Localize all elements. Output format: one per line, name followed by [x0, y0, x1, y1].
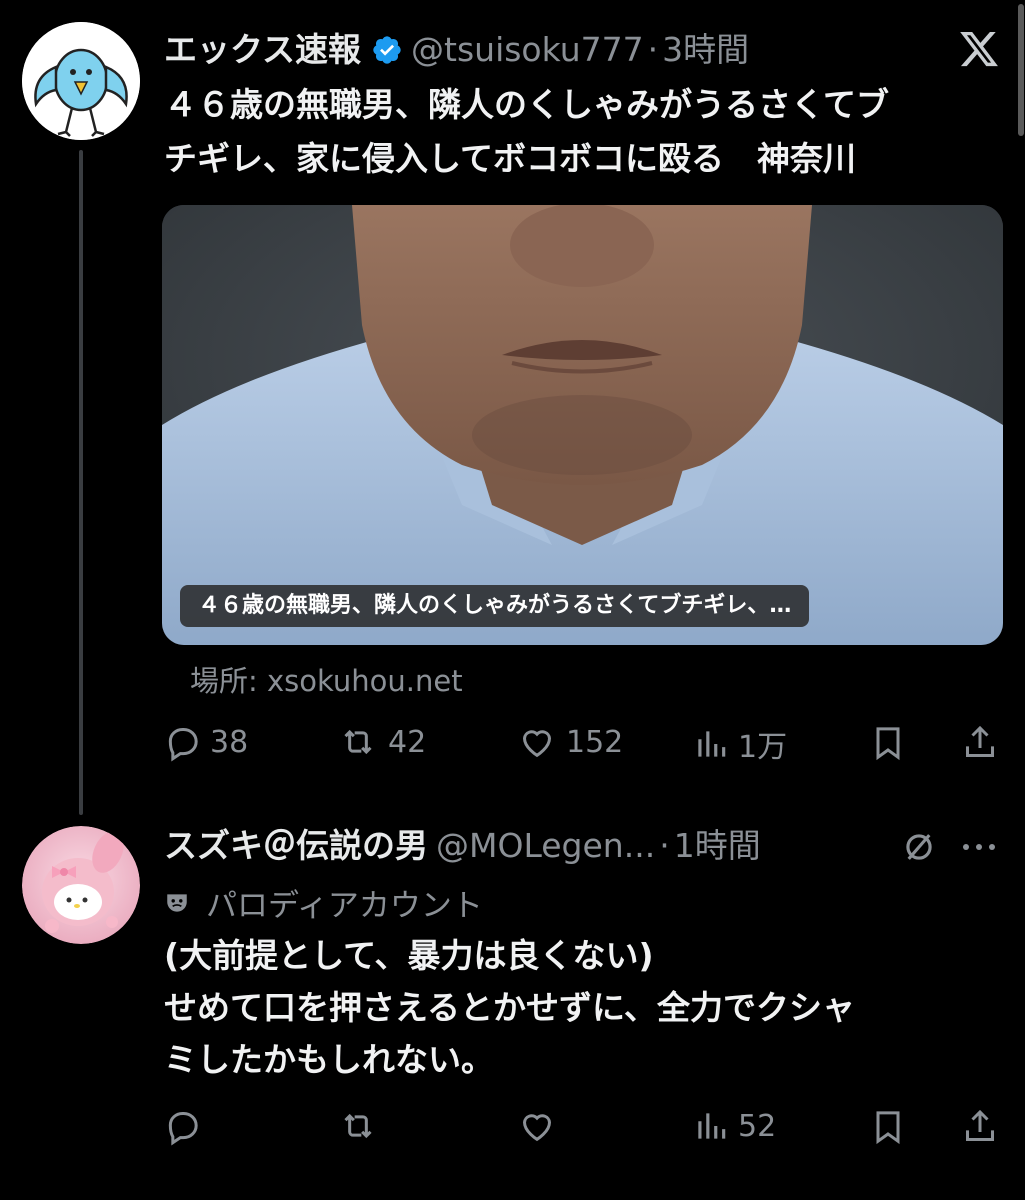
bookmark-icon — [876, 727, 900, 761]
repost-icon — [344, 729, 372, 755]
source-link[interactable]: 場所: xsokuhou.net — [190, 658, 463, 700]
author-handle[interactable]: @MOLegen... — [436, 826, 655, 866]
bookmark-button[interactable] — [868, 1106, 908, 1148]
views-button[interactable]: 52 — [692, 1106, 776, 1146]
repost-icon — [344, 1113, 372, 1139]
repost-count: 42 — [388, 724, 427, 760]
separator-dot: · — [659, 826, 670, 865]
reply-button[interactable] — [162, 1106, 202, 1146]
reply-icon — [168, 728, 198, 762]
repost-button[interactable]: 42 — [336, 722, 426, 762]
timestamp[interactable]: 3時間 — [662, 30, 749, 70]
repost-button[interactable] — [336, 1106, 380, 1146]
like-count: 152 — [566, 724, 624, 760]
reply-text-line-1: (大前提として、暴力は良くない) — [164, 936, 654, 975]
views-count: 52 — [738, 1108, 777, 1144]
views-button[interactable]: 1万 — [692, 722, 787, 766]
share-button[interactable] — [960, 1106, 1000, 1148]
share-icon — [966, 1109, 994, 1141]
mute-icon[interactable] — [900, 828, 938, 866]
bookmark-button[interactable] — [868, 722, 908, 764]
like-icon — [522, 1114, 552, 1142]
x-logo-icon[interactable] — [958, 28, 1000, 70]
thread-line — [79, 150, 83, 815]
avatar[interactable] — [22, 22, 140, 140]
like-button[interactable]: 152 — [516, 722, 623, 762]
views-icon — [698, 731, 726, 757]
author-name[interactable]: スズキ＠伝説の男 — [164, 826, 428, 866]
more-icon[interactable] — [958, 832, 1000, 862]
avatar[interactable] — [22, 826, 140, 944]
share-button[interactable] — [960, 722, 1000, 764]
separator-dot: · — [647, 30, 659, 69]
card-caption: ４６歳の無職男、隣人のくしゃみがうるさくてブチギレ、… — [180, 585, 810, 627]
parody-mask-icon — [167, 893, 187, 912]
tweet-text-line-1: ４６歳の無職男、隣人のくしゃみがうるさくてブ — [164, 85, 890, 124]
author-name[interactable]: エックス速報 — [164, 30, 361, 70]
tweet-text-line-2: チギレ、家に侵入してボコボコに殴る 神奈川 — [164, 139, 857, 178]
timestamp[interactable]: 1時間 — [674, 826, 761, 866]
parody-label: パロディアカウント — [164, 880, 483, 925]
reply-header: スズキ＠伝説の男 @MOLegen... · 1時間 — [164, 826, 761, 866]
reply-count: 38 — [210, 724, 249, 760]
views-count: 1万 — [738, 730, 788, 765]
scrollbar[interactable] — [1017, 0, 1025, 140]
like-button[interactable] — [516, 1106, 558, 1146]
tweet-header: エックス速報 @tsuisoku777 · 3時間 — [164, 30, 749, 70]
reply-icon — [168, 1112, 198, 1146]
views-icon — [698, 1113, 726, 1139]
verified-badge-icon — [373, 36, 401, 64]
share-icon — [966, 725, 994, 757]
reply-button[interactable]: 38 — [162, 722, 248, 762]
author-handle[interactable]: @tsuisoku777 — [411, 30, 644, 70]
reply-text-line-3: ミしたかもしれない。 — [164, 1040, 494, 1079]
link-card-image[interactable]: ４６歳の無職男、隣人のくしゃみがうるさくてブチギレ、… — [162, 205, 1003, 645]
bookmark-icon — [876, 1111, 900, 1145]
like-icon — [522, 730, 552, 758]
parody-text: パロディアカウント — [206, 888, 483, 924]
reply-text-line-2: せめて口を押さえるとかせずに、全力でクシャ — [164, 988, 856, 1027]
